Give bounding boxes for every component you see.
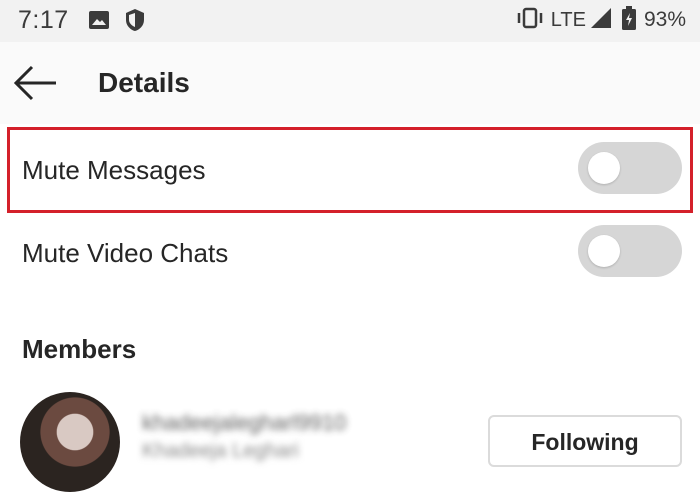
- battery-icon: [621, 5, 636, 35]
- app-header: Details: [0, 42, 700, 124]
- mute-video-chats-toggle[interactable]: [578, 225, 682, 277]
- mute-video-chats-label: Mute Video Chats: [22, 238, 229, 268]
- member-username: khadeejalegharl9910: [142, 410, 347, 435]
- mute-video-chats-row[interactable]: Mute Video Chats: [0, 215, 700, 293]
- toggle-knob: [588, 235, 620, 267]
- mute-messages-row[interactable]: Mute Messages: [0, 130, 700, 210]
- network-type: LTE: [550, 8, 586, 31]
- gallery-icon: [88, 10, 110, 35]
- mute-messages-toggle[interactable]: [578, 142, 682, 194]
- status-time: 7:17: [18, 6, 69, 34]
- status-indicators: LTE 93%: [515, 5, 686, 35]
- battery-percent: 93%: [643, 8, 686, 31]
- page-title: Details: [98, 67, 190, 98]
- status-bar: 7:17 LTE 93%: [0, 0, 700, 42]
- mute-messages-label: Mute Messages: [22, 155, 206, 185]
- members-heading: Members: [22, 334, 137, 364]
- vibrate-icon: [515, 7, 545, 34]
- member-fullname: Khadeeja Leghari: [142, 440, 299, 462]
- shield-icon: [124, 8, 146, 37]
- toggle-knob: [588, 152, 620, 184]
- following-button[interactable]: Following: [488, 415, 682, 467]
- avatar[interactable]: [20, 392, 120, 492]
- signal-icon: [590, 7, 612, 34]
- back-arrow-icon[interactable]: [12, 64, 60, 102]
